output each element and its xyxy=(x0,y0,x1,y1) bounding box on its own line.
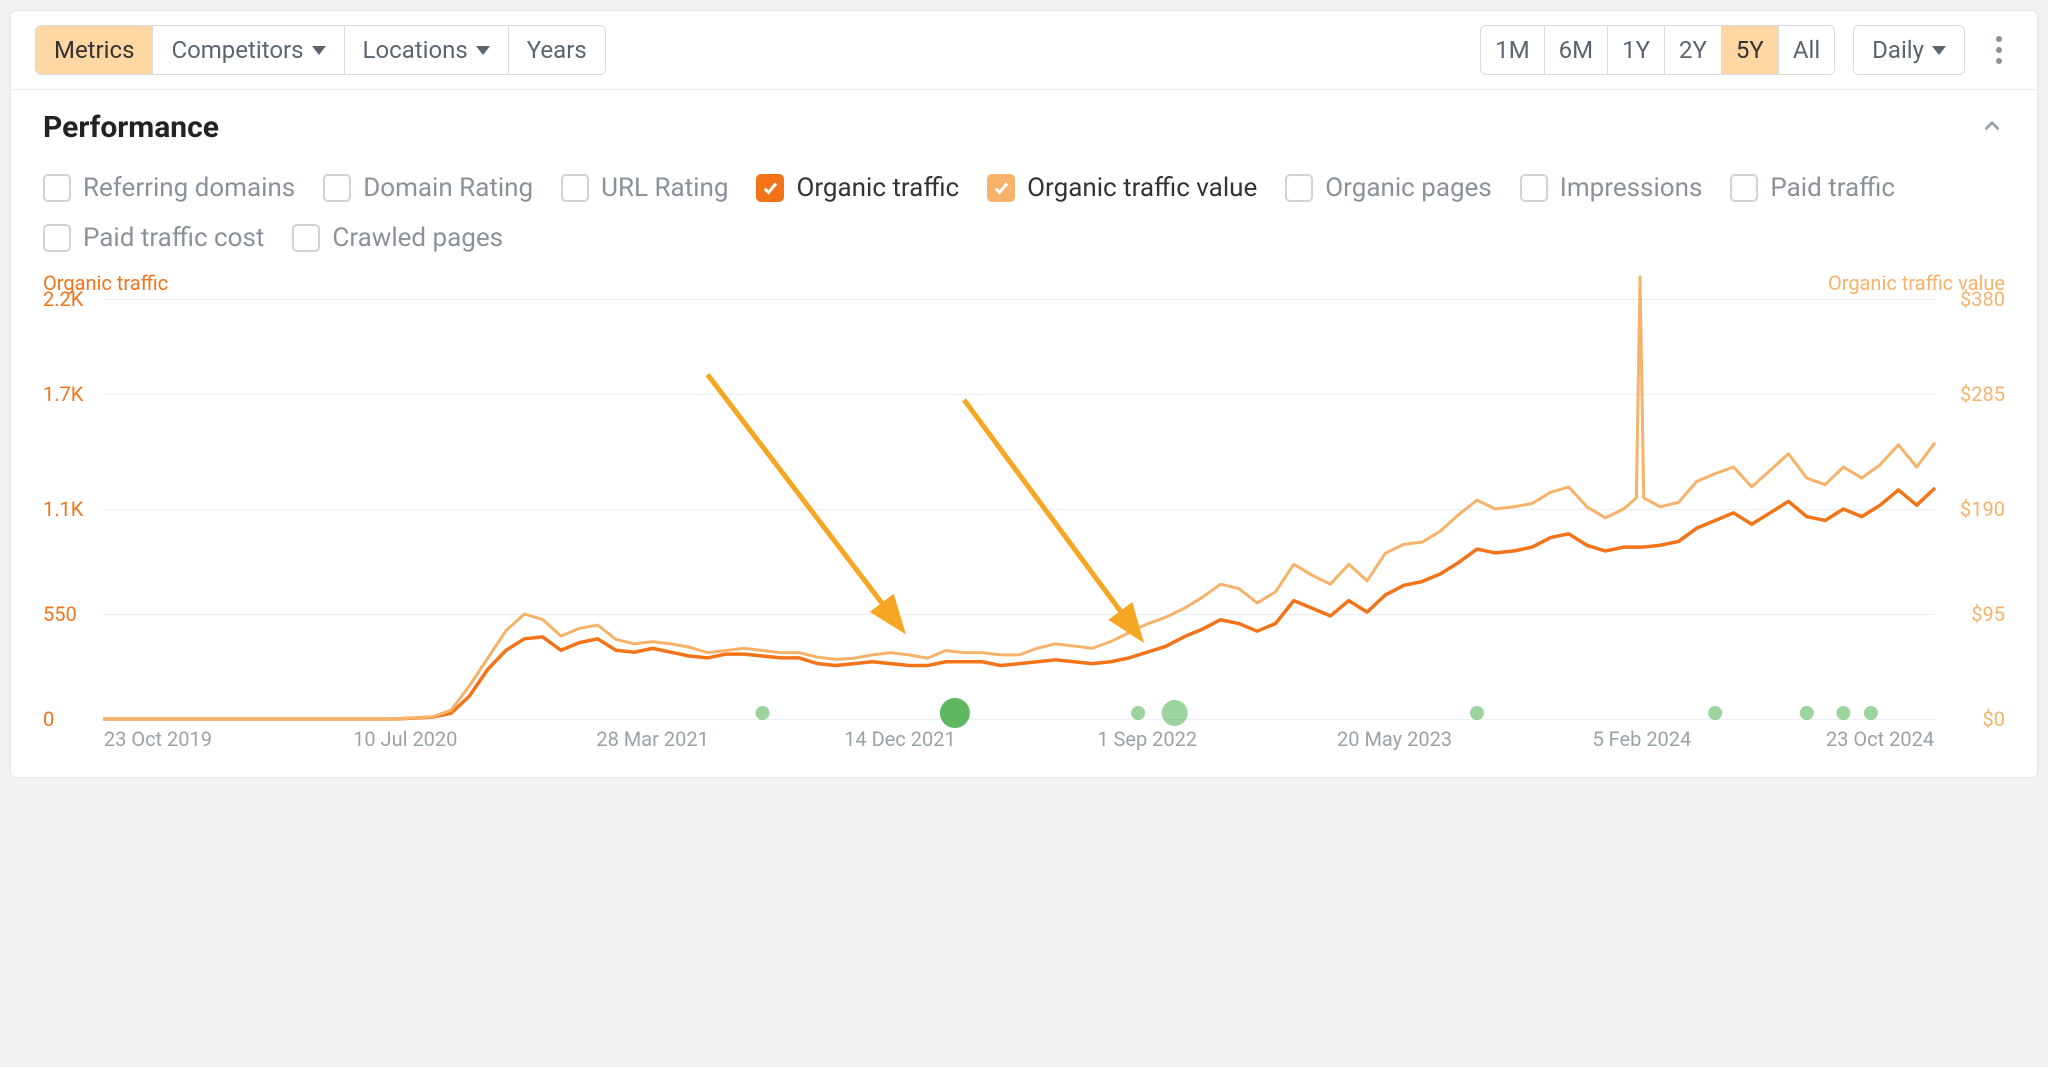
event-dot[interactable] xyxy=(1470,706,1484,720)
metric-label: Referring domains xyxy=(83,173,295,203)
event-dot[interactable] xyxy=(1864,706,1878,720)
metric-toggles: Referring domains Domain Rating URL Rating… xyxy=(43,173,2005,253)
y-left-tick: 550 xyxy=(43,602,77,626)
tab-metrics[interactable]: Metrics xyxy=(36,26,152,74)
annotation-arrow xyxy=(964,400,1138,635)
metric-toggle[interactable]: Organic traffic xyxy=(756,173,959,203)
y-right-tick: $285 xyxy=(1960,382,2005,406)
metric-label: Paid traffic xyxy=(1770,173,1895,203)
event-dot[interactable] xyxy=(1708,706,1722,720)
event-dot[interactable] xyxy=(756,706,770,720)
y-left-tick: 1.1K xyxy=(43,497,83,521)
x-tick-label: 5 Feb 2024 xyxy=(1592,727,1691,751)
checkbox-icon xyxy=(1520,174,1548,202)
x-tick-label: 14 Dec 2021 xyxy=(844,727,956,751)
metric-toggle[interactable]: Paid traffic xyxy=(1730,173,1895,203)
x-tick-label: 23 Oct 2024 xyxy=(1826,727,1934,751)
checkbox-icon xyxy=(43,224,71,252)
tab-label: Competitors xyxy=(171,36,303,64)
x-tick-label: 28 Mar 2021 xyxy=(596,727,708,751)
y-left-tick: 1.7K xyxy=(43,382,83,406)
granularity-label: Daily xyxy=(1872,36,1924,64)
metric-label: Domain Rating xyxy=(363,173,533,203)
metric-toggle[interactable]: Referring domains xyxy=(43,173,295,203)
metric-label: URL Rating xyxy=(601,173,728,203)
y-right-tick: $190 xyxy=(1960,497,2005,521)
range-1m[interactable]: 1M xyxy=(1481,26,1543,74)
chart-lines xyxy=(103,299,1935,719)
date-range-group: 1M 6M 1Y 2Y 5Y All xyxy=(1480,25,1835,75)
tab-competitors[interactable]: Competitors xyxy=(152,26,343,74)
caret-down-icon xyxy=(1932,46,1946,55)
granularity-select[interactable]: Daily xyxy=(1853,25,1965,75)
metric-label: Impressions xyxy=(1560,173,1703,203)
event-dot[interactable] xyxy=(1131,706,1145,720)
x-tick-label: 20 May 2023 xyxy=(1337,727,1452,751)
metric-toggle[interactable]: Domain Rating xyxy=(323,173,533,203)
metric-toggle[interactable]: Crawled pages xyxy=(292,223,503,253)
checkbox-icon xyxy=(561,174,589,202)
range-1y[interactable]: 1Y xyxy=(1607,26,1664,74)
performance-card: Metrics Competitors Locations Years 1M 6… xyxy=(10,10,2038,778)
y-right-tick: $95 xyxy=(1971,602,2005,626)
collapse-icon[interactable] xyxy=(1979,113,2005,143)
y-right-tick: $380 xyxy=(1960,287,2005,311)
range-all[interactable]: All xyxy=(1778,26,1834,74)
section-head: Performance xyxy=(43,110,2005,145)
checkbox-icon xyxy=(987,174,1015,202)
x-tick-label: 10 Jul 2020 xyxy=(353,727,457,751)
chart-wrap: Organic traffic Organic traffic value 23… xyxy=(43,271,2005,759)
checkbox-icon xyxy=(756,174,784,202)
metric-toggle[interactable]: Paid traffic cost xyxy=(43,223,264,253)
checkbox-icon xyxy=(43,174,71,202)
toolbar: Metrics Competitors Locations Years 1M 6… xyxy=(11,11,2037,90)
range-6m[interactable]: 6M xyxy=(1544,26,1607,74)
y-left-tick: 0 xyxy=(43,707,54,731)
metric-label: Organic pages xyxy=(1325,173,1492,203)
metric-label: Organic traffic value xyxy=(1027,173,1257,203)
checkbox-icon xyxy=(323,174,351,202)
tab-years[interactable]: Years xyxy=(508,26,605,74)
y-left-tick: 2.2K xyxy=(43,287,83,311)
x-tick-label: 1 Sep 2022 xyxy=(1097,727,1197,751)
range-5y[interactable]: 5Y xyxy=(1721,26,1778,74)
range-2y[interactable]: 2Y xyxy=(1664,26,1721,74)
event-dot[interactable] xyxy=(1836,706,1850,720)
card-body: Performance Referring domains Domain Rati… xyxy=(11,90,2037,777)
more-menu-icon[interactable] xyxy=(1985,36,2013,64)
checkbox-icon xyxy=(292,224,320,252)
event-dot[interactable] xyxy=(940,698,970,728)
checkbox-icon xyxy=(1730,174,1758,202)
view-tabs: Metrics Competitors Locations Years xyxy=(35,25,606,75)
annotation-arrow xyxy=(708,375,900,627)
metric-toggle[interactable]: Impressions xyxy=(1520,173,1703,203)
y-right-tick: $0 xyxy=(1983,707,2005,731)
metric-label: Paid traffic cost xyxy=(83,223,264,253)
event-dot[interactable] xyxy=(1800,706,1814,720)
metric-toggle[interactable]: Organic traffic value xyxy=(987,173,1257,203)
metric-toggle[interactable]: Organic pages xyxy=(1285,173,1492,203)
checkbox-icon xyxy=(1285,174,1313,202)
tab-label: Locations xyxy=(363,36,468,64)
caret-down-icon xyxy=(312,46,326,55)
metric-toggle[interactable]: URL Rating xyxy=(561,173,728,203)
section-title: Performance xyxy=(43,110,219,145)
caret-down-icon xyxy=(476,46,490,55)
tab-locations[interactable]: Locations xyxy=(344,26,508,74)
chart[interactable]: 23 Oct 2019 10 Jul 2020 28 Mar 2021 14 Dec … xyxy=(43,299,2005,759)
event-dot[interactable] xyxy=(1162,700,1188,726)
x-tick-label: 23 Oct 2019 xyxy=(104,727,212,751)
metric-label: Organic traffic xyxy=(796,173,959,203)
metric-label: Crawled pages xyxy=(332,223,503,253)
